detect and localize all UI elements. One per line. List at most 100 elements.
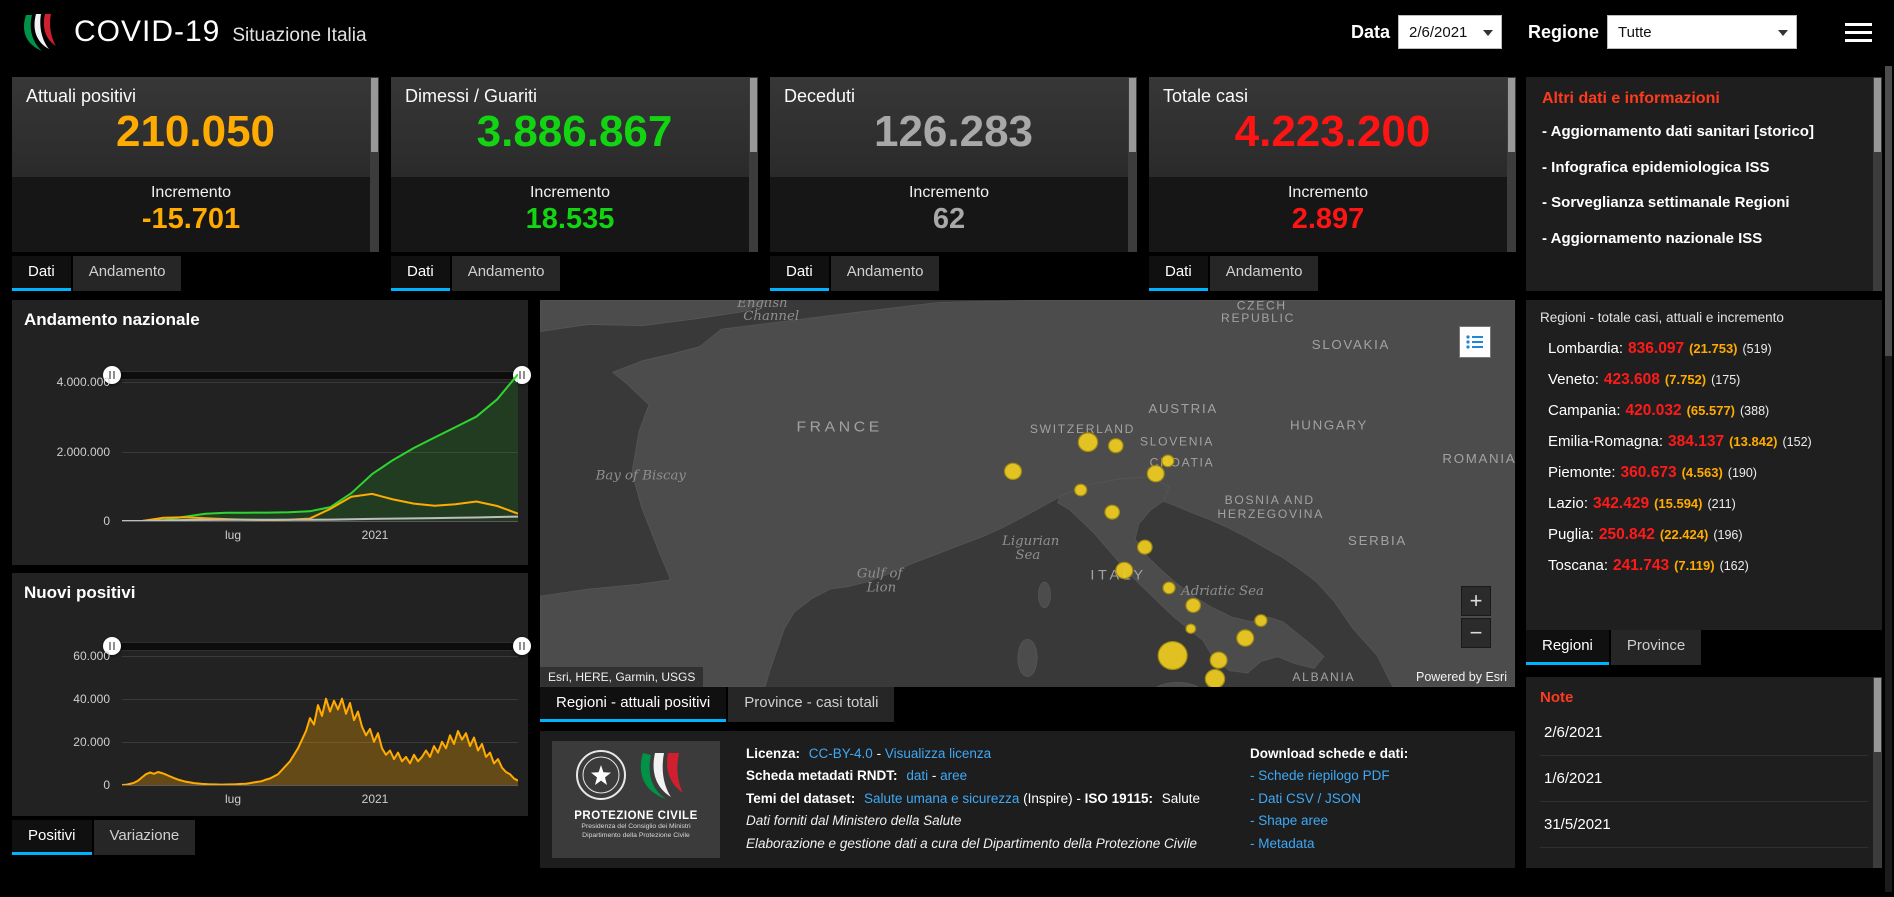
link-dati-csv-json[interactable]: - Dati CSV / JSON — [1250, 788, 1480, 810]
regions-panel-title: Regioni - totale casi, attuali e increme… — [1526, 310, 1882, 333]
tab-regioni[interactable]: Regioni — [1526, 630, 1609, 665]
region-bubble[interactable] — [1005, 463, 1022, 479]
map-panel: EnglishChannelCZECHREPUBLICSLOVAKIAAUSTR… — [540, 300, 1515, 687]
page-scrollbar[interactable] — [1885, 66, 1892, 892]
stat-title: Deceduti — [770, 77, 1137, 107]
region-increment: (211) — [1707, 497, 1735, 511]
region-row: Lombardia: 836.097 (21.753) (519) — [1526, 333, 1882, 364]
link-metadata[interactable]: - Metadata — [1250, 833, 1480, 855]
region-bubble[interactable] — [1210, 652, 1227, 668]
stat-value: 126.283 — [770, 109, 1137, 155]
separator: - — [932, 768, 940, 783]
region-bubble[interactable] — [1078, 433, 1097, 452]
license-line: Licenza: CC-BY-4.0 - Visualizza licenza — [746, 743, 1216, 765]
map-canvas[interactable]: EnglishChannelCZECHREPUBLICSLOVAKIAAUSTR… — [540, 300, 1515, 687]
scrollbar[interactable] — [1873, 677, 1882, 868]
nuovi-tabs: Positivi Variazione — [12, 820, 195, 855]
scrollbar[interactable] — [370, 77, 379, 252]
tab-andamento[interactable]: Andamento — [452, 256, 561, 291]
tab-andamento[interactable]: Andamento — [1210, 256, 1319, 291]
download-column: Download schede e dati: - Schede riepilo… — [1250, 731, 1480, 868]
region-bubble[interactable] — [1162, 455, 1174, 467]
region-total: 250.842 — [1599, 526, 1655, 544]
date-select-value: 2/6/2021 — [1409, 24, 1467, 41]
tab-dati[interactable]: Dati — [12, 256, 71, 291]
region-bubble[interactable] — [1163, 582, 1175, 594]
region-total: 342.429 — [1593, 495, 1649, 513]
region-bubble[interactable] — [1075, 484, 1087, 496]
map-label: ALBANIA — [1292, 670, 1355, 684]
region-bubble[interactable] — [1186, 624, 1196, 633]
map-label: Bay of Biscay — [595, 469, 687, 484]
map-attribution: Esri, HERE, Garmin, USGS — [540, 667, 703, 687]
map-label: Sea — [1015, 548, 1040, 563]
scrollbar[interactable] — [1507, 77, 1516, 252]
note-row: 2/6/2021 — [1540, 710, 1868, 756]
tab-dati[interactable]: Dati — [770, 256, 829, 291]
tab-andamento[interactable]: Andamento — [73, 256, 182, 291]
salute-umana-link[interactable]: Salute umana e sicurezza — [864, 791, 1019, 806]
region-bubble[interactable] — [1158, 642, 1187, 670]
tab-regioni-attuali[interactable]: Regioni - attuali positivi — [540, 687, 726, 722]
link-infografica-iss[interactable]: - Infografica epidemiologica ISS — [1542, 158, 1842, 178]
dashboard-root: COVID-19 Situazione Italia Data 2/6/2021… — [0, 0, 1894, 897]
scrollbar[interactable] — [749, 77, 758, 252]
region-bubble[interactable] — [1138, 540, 1153, 554]
region-select[interactable]: Tutte — [1607, 15, 1797, 49]
region-bubble[interactable] — [1109, 439, 1124, 453]
link-shape-aree[interactable]: - Shape aree — [1250, 810, 1480, 832]
region-bubble[interactable] — [1116, 562, 1133, 578]
region-bubble[interactable] — [1205, 670, 1224, 687]
powered-by-esri-link[interactable]: Powered by Esri — [1416, 670, 1507, 684]
stat-tabs-deceduti: Dati Andamento — [770, 256, 939, 291]
increment-value: 18.535 — [391, 203, 749, 236]
dati-link[interactable]: dati — [906, 768, 928, 783]
menu-icon[interactable] — [1843, 14, 1874, 51]
increment-label: Incremento — [12, 184, 370, 202]
tab-variazione[interactable]: Variazione — [94, 820, 196, 855]
region-bubble[interactable] — [1186, 598, 1201, 612]
region-bubble[interactable] — [1147, 466, 1164, 482]
link-sorveglianza-regioni[interactable]: - Sorveglianza settimanale Regioni — [1542, 193, 1842, 213]
map-label: HUNGARY — [1290, 418, 1368, 433]
tab-province-casi[interactable]: Province - casi totali — [728, 687, 894, 722]
tab-province[interactable]: Province — [1611, 630, 1701, 665]
region-total: 420.032 — [1626, 402, 1682, 420]
y-tick: 20.000 — [20, 735, 110, 749]
data-management-line: Elaborazione e gestione dati a cura del … — [746, 833, 1216, 855]
tab-positivi[interactable]: Positivi — [12, 820, 92, 855]
region-bubble[interactable] — [1237, 630, 1254, 646]
region-current: (15.594) — [1654, 496, 1702, 511]
cc-by-link[interactable]: CC-BY-4.0 — [809, 746, 873, 761]
region-bubble[interactable] — [1105, 505, 1120, 519]
map-label: SERBIA — [1348, 533, 1407, 548]
tab-dati[interactable]: Dati — [391, 256, 450, 291]
region-bubble[interactable] — [1255, 615, 1267, 627]
link-aggiornamento-dati-sanitari[interactable]: - Aggiornamento dati sanitari [storico] — [1542, 122, 1842, 142]
date-select[interactable]: 2/6/2021 — [1398, 15, 1502, 49]
map-label: HERZEGOVINA — [1217, 507, 1324, 521]
region-current: (13.842) — [1729, 434, 1777, 449]
stat-title: Attuali positivi — [12, 77, 379, 107]
page-title: COVID-19 — [74, 15, 220, 49]
legend-button[interactable] — [1459, 326, 1491, 358]
y-tick: 40.000 — [20, 692, 110, 706]
tab-dati[interactable]: Dati — [1149, 256, 1208, 291]
scrollbar[interactable] — [1873, 77, 1882, 291]
visualizza-licenza-link[interactable]: Visualizza licenza — [885, 746, 991, 761]
zoom-in-button[interactable]: + — [1461, 586, 1491, 616]
date-label: Data — [1351, 22, 1390, 43]
tab-andamento[interactable]: Andamento — [831, 256, 940, 291]
link-schede-pdf[interactable]: - Schede riepilogo PDF — [1250, 765, 1480, 787]
zoom-out-button[interactable]: − — [1461, 618, 1491, 648]
region-total: 384.137 — [1668, 433, 1724, 451]
y-tick: 0 — [20, 778, 110, 792]
map-label: FRANCE — [796, 419, 882, 436]
protezione-civile-logo: PROTEZIONE CIVILE Presidenza del Consigl… — [552, 741, 720, 858]
link-aggiornamento-iss[interactable]: - Aggiornamento nazionale ISS — [1542, 229, 1842, 249]
info-panel: Altri dati e informazioni - Aggiornament… — [1526, 77, 1882, 291]
andamento-chart-canvas — [122, 368, 518, 521]
region-increment: (175) — [1711, 373, 1740, 387]
aree-link[interactable]: aree — [940, 768, 967, 783]
scrollbar[interactable] — [1128, 77, 1137, 252]
